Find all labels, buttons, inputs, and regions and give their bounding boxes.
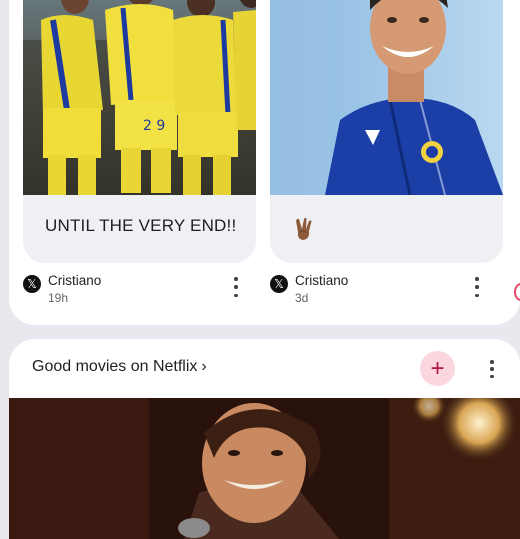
chevron-right-icon: › <box>201 358 207 375</box>
post-card-1[interactable]: 2 9 UNTIL THE VERY END!! <box>23 0 256 263</box>
post-author-row-1[interactable]: 𝕏 Cristiano 19h <box>23 273 256 313</box>
more-options-icon[interactable] <box>469 277 485 297</box>
author-name: Cristiano <box>48 273 102 288</box>
x-logo-icon: 𝕏 <box>270 275 288 293</box>
post-image-cristiano <box>270 0 503 195</box>
social-posts-card: 2 9 UNTIL THE VERY END!! 𝕏 Cristiano 19h… <box>9 0 520 325</box>
feed-title-link[interactable]: Good movies on Netflix › <box>32 358 207 376</box>
x-logo-icon: 𝕏 <box>23 275 41 293</box>
more-vert-icon[interactable] <box>484 360 500 378</box>
follow-button[interactable]: + <box>420 351 455 386</box>
post-time: 3d <box>295 291 309 305</box>
post-caption: UNTIL THE VERY END!! <box>45 216 237 235</box>
victory-hand-emoji-icon <box>296 217 312 240</box>
feed-title: Good movies on Netflix <box>32 358 198 375</box>
feed-image-man-on-stage[interactable] <box>9 398 520 539</box>
more-options-icon[interactable] <box>228 277 244 297</box>
svg-text:2 9: 2 9 <box>143 118 165 134</box>
post-image-players-celebrating: 2 9 <box>23 0 256 195</box>
plus-icon: + <box>430 354 445 382</box>
post-author-row-2[interactable]: 𝕏 Cristiano 3d <box>270 273 503 313</box>
post-time: 19h <box>48 291 69 305</box>
post-card-2[interactable] <box>270 0 503 263</box>
netflix-feed-card: Good movies on Netflix › + <box>9 339 520 539</box>
author-name: Cristiano <box>295 273 349 288</box>
